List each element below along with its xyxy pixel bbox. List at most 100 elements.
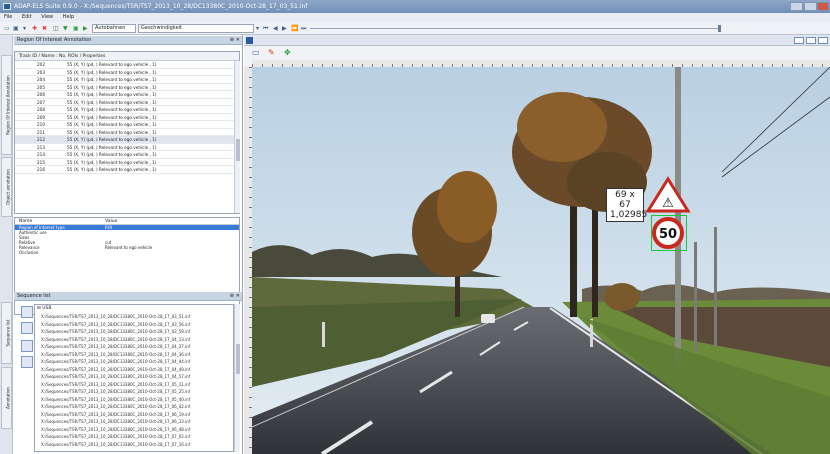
roi-table-header[interactable]: Track ID / Name : No. ROIs / Properties (15, 52, 239, 61)
roi-track-id: 204 (37, 77, 45, 82)
sequence-panel-pin-icon[interactable]: ⊕ (230, 292, 234, 301)
sequence-list-item[interactable]: X:/Sequences/TSR/TS7_2013_10_28/DC13380C… (35, 418, 233, 426)
roi-track-properties: 55 (X, Y) (pd, ) Relevant to ego vehicle… (67, 62, 157, 67)
roi-track-properties: 55 (X, Y) (pd, ) Relevant to ego vehicle… (67, 107, 157, 112)
draw-tool-icon[interactable]: ✎ (268, 48, 275, 57)
menu-help[interactable]: Help (63, 14, 74, 20)
sequence-list-item[interactable]: X:/Sequences/TSR/TS7_2013_10_28/DC13380C… (35, 396, 233, 404)
roi-bounding-box[interactable] (651, 215, 687, 251)
roi-track-row[interactable]: 207 55 (X, Y) (pd, ) Relevant to ego vehi… (15, 99, 239, 106)
property-row[interactable]: Occlusion (15, 250, 239, 255)
select-tool-icon[interactable]: ▭ (252, 48, 260, 57)
play-icon[interactable]: ▶ (83, 25, 88, 32)
sequence-list-item[interactable]: X:/Sequences/TSR/TS7_2013_10_28/DC13380C… (35, 321, 233, 329)
sequence-list-item[interactable]: X:/Sequences/TSR/TS7_2013_10_28/DC13380C… (35, 328, 233, 336)
panel-pin-icon[interactable]: ⊕ (230, 36, 234, 45)
roi-track-row[interactable]: 205 55 (X, Y) (pd, ) Relevant to ego vehi… (15, 84, 239, 91)
close-button[interactable] (817, 2, 829, 11)
sequence-list-item[interactable]: X:/Sequences/TSR/TS7_2013_10_28/DC13380C… (35, 373, 233, 381)
roi-track-row[interactable]: 215 55 (X, Y) (pd, ) Relevant to ego vehi… (15, 159, 239, 166)
viewer-restore-button[interactable] (794, 37, 804, 44)
maximize-button[interactable] (804, 2, 817, 11)
viewer-maximize-button[interactable] (806, 37, 816, 44)
roi-track-row[interactable]: 208 55 (X, Y) (pd, ) Relevant to ego vehi… (15, 106, 239, 114)
sequence-items: X:/Sequences/TSR/TS7_2013_10_28/DC13380C… (35, 313, 233, 448)
roi-size-label: 69 x 67 1,02985 (606, 188, 647, 222)
roi-table-body: 202 55 (X, Y) (pd, ) Relevant to ego vehi… (15, 61, 239, 174)
copy-icon[interactable]: ◫ (53, 25, 59, 32)
viewer-tab-icon[interactable] (246, 37, 253, 44)
tab-object-annotation[interactable]: Object annotation (1, 157, 12, 217)
sequence-list-item[interactable]: X:/Sequences/TSR/TS7_2013_10_28/DC13380C… (35, 358, 233, 366)
open-icon[interactable]: ▭ (4, 25, 10, 32)
sequence-list-item[interactable]: X:/Sequences/TSR/TS7_2013_10_28/DC13380C… (35, 441, 233, 449)
menu-view[interactable]: View (41, 14, 53, 20)
roi-track-properties: 55 (X, Y) (pd, ) Relevant to ego vehicle… (67, 122, 157, 127)
camera-frame[interactable]: ⚠ 50 69 x 67 1,02985 (252, 67, 830, 454)
roi-table-scrollbar[interactable] (234, 61, 240, 213)
sequence-list-item[interactable]: X:/Sequences/TSR/TS7_2013_10_28/DC13380C… (35, 403, 233, 411)
sequence-panel: Sequence list ⊕ ✕ ⊟ USB X:/Sequences/TSR… (0, 292, 243, 454)
roi-track-properties: 55 (X, Y) (pd, ) Relevant to ego vehicle… (67, 84, 157, 90)
sequence-list-item[interactable]: X:/Sequences/TSR/TS7_2013_10_28/DC13380C… (35, 313, 233, 321)
category-select[interactable]: Autobahnen (92, 24, 136, 33)
roi-scroll-thumb[interactable] (236, 139, 240, 161)
roi-track-row[interactable]: 203 55 (X, Y) (pd, ) Relevant to ego vehi… (15, 69, 239, 76)
sequence-list-item[interactable]: X:/Sequences/TSR/TS7_2013_10_28/DC13380C… (35, 336, 233, 344)
add-icon[interactable]: ✚ (32, 25, 37, 32)
roi-track-row[interactable]: 206 55 (X, Y) (pd, ) Relevant to ego vehi… (15, 91, 239, 99)
sequence-list-item[interactable]: X:/Sequences/TSR/TS7_2013_10_28/DC13380C… (35, 381, 233, 389)
fast-forward-icon[interactable]: ⏩ (291, 25, 298, 32)
pan-tool-icon[interactable]: ✥ (284, 48, 291, 57)
sequence-list-item[interactable]: X:/Sequences/TSR/TS7_2013_10_28/DC13380C… (35, 366, 233, 374)
dropdown-icon[interactable]: ▾ (256, 25, 259, 32)
delete-icon[interactable]: ✖ (42, 25, 47, 32)
roi-track-properties: 55 (X, Y) (pd, ) Relevant to ego vehicle… (67, 167, 157, 172)
filter-select[interactable]: Geschwindigkeit (138, 24, 254, 33)
sequence-list-item[interactable]: X:/Sequences/TSR/TS7_2013_10_28/DC13380C… (35, 433, 233, 441)
viewer-close-button[interactable] (818, 37, 828, 44)
sequence-panel-close-icon[interactable]: ✕ (236, 292, 240, 301)
sequence-panel-title: Sequence list (17, 293, 51, 299)
frame-slider[interactable] (310, 28, 720, 29)
sequence-add-button[interactable] (21, 322, 33, 334)
frame-slider-handle[interactable] (718, 25, 721, 32)
roi-track-row[interactable]: 214 55 (X, Y) (pd, ) Relevant to ego vehi… (15, 151, 239, 159)
first-frame-icon[interactable]: ⏮ (263, 25, 268, 32)
sequence-load-button[interactable] (21, 306, 33, 318)
roi-track-row[interactable]: 216 55 (X, Y) (pd, ) Relevant to ego vehi… (15, 166, 239, 174)
sequence-list-item[interactable]: X:/Sequences/TSR/TS7_2013_10_28/DC13380C… (35, 411, 233, 419)
menu-file[interactable]: File (4, 14, 12, 20)
roi-track-row[interactable]: 213 55 (X, Y) (pd, ) Relevant to ego vehi… (15, 144, 239, 151)
roi-track-properties: 55 (X, Y) (pd, ) Relevant to ego vehicle… (67, 144, 157, 150)
roi-track-row[interactable]: 202 55 (X, Y) (pd, ) Relevant to ego vehi… (15, 61, 239, 69)
filter-icon[interactable]: ▼ (63, 25, 68, 32)
menu-edit[interactable]: Edit (22, 14, 32, 20)
sequence-scrollbar[interactable] (234, 304, 240, 452)
save-dropdown-icon[interactable]: ▾ (23, 25, 26, 32)
last-frame-icon[interactable]: ⏭ (301, 25, 306, 32)
save-icon[interactable]: ▣ (13, 25, 19, 32)
roi-track-row[interactable]: 210 55 (X, Y) (pd, ) Relevant to ego vehi… (15, 121, 239, 129)
roi-track-row[interactable]: 211 55 (X, Y) (pd, ) Relevant to ego vehi… (15, 129, 239, 136)
sequence-export-button[interactable] (21, 356, 33, 368)
sequence-root-node[interactable]: ⊟ USB (35, 305, 233, 313)
sequence-list-item[interactable]: X:/Sequences/TSR/TS7_2013_10_28/DC13380C… (35, 426, 233, 434)
sequence-list-item[interactable]: X:/Sequences/TSR/TS7_2013_10_28/DC13380C… (35, 388, 233, 396)
roi-track-row[interactable]: 209 55 (X, Y) (pd, ) Relevant to ego vehi… (15, 114, 239, 121)
previous-frame-icon[interactable]: ◀ (273, 25, 278, 32)
sequence-scroll-thumb[interactable] (236, 344, 240, 374)
sequence-list-item[interactable]: X:/Sequences/TSR/TS7_2013_10_28/DC13380C… (35, 343, 233, 351)
roi-track-properties: 55 (X, Y) (pd, ) Relevant to ego vehicle… (67, 99, 157, 105)
sequence-play-button[interactable] (21, 340, 33, 352)
tab-roi-annotation[interactable]: Region Of Interest Annotation (1, 55, 12, 155)
panel-close-icon[interactable]: ✕ (236, 36, 240, 45)
annotate-icon[interactable]: ▣ (73, 25, 79, 32)
minimize-button[interactable] (790, 2, 803, 11)
roi-track-row[interactable]: 212 55 (X, Y) (pd, ) Relevant to ego vehi… (15, 136, 239, 144)
roi-track-properties: 55 (X, Y) (pd, ) Relevant to ego vehicle… (67, 159, 157, 165)
roi-track-row[interactable]: 204 55 (X, Y) (pd, ) Relevant to ego vehi… (15, 76, 239, 84)
next-frame-icon[interactable]: ▶ (282, 25, 287, 32)
sequence-list-item[interactable]: X:/Sequences/TSR/TS7_2013_10_28/DC13380C… (35, 351, 233, 359)
roi-track-properties: 55 (X, Y) (pd, ) Relevant to ego vehicle… (67, 152, 157, 157)
